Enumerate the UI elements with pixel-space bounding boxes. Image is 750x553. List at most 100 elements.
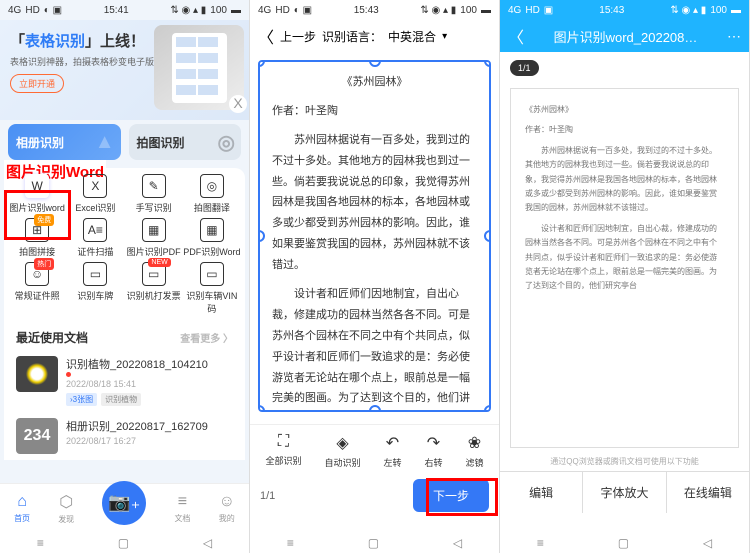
recent-thumbnail xyxy=(16,356,58,392)
next-button[interactable]: 下一步 xyxy=(413,479,489,512)
feature-label: Excel识别 xyxy=(75,201,115,214)
nav-profile[interactable]: ☺我的 xyxy=(219,493,235,524)
online-edit-button[interactable]: 在线编辑 xyxy=(667,472,749,513)
feature-item[interactable]: ◎拍图翻译 xyxy=(183,174,241,214)
signal-hd: HD xyxy=(25,5,39,16)
back-icon[interactable]: 〈 xyxy=(258,24,274,48)
doc-title: 《苏州园林》 xyxy=(272,72,477,93)
android-menu-button[interactable]: ≡ xyxy=(537,536,544,550)
recent-thumbnail: 234 xyxy=(16,418,58,454)
recent-item[interactable]: 234相册识别_20220817_162709 2022/08/17 16:27 xyxy=(4,412,245,460)
discover-icon: ⬡ xyxy=(59,492,73,512)
crop-footer: 1/1 下一步 xyxy=(250,473,499,518)
home-icon: ⌂ xyxy=(17,493,27,511)
view-more-link[interactable]: 查看更多 〉 xyxy=(180,330,233,345)
feature-icon: W xyxy=(25,174,49,198)
result-header: 〈 图片识别word_202208… ⋯ xyxy=(500,20,749,52)
android-home-button[interactable]: ▢ xyxy=(368,536,379,550)
feature-item[interactable]: ▭识别机打发票NEW xyxy=(125,262,183,315)
tab-album-scan[interactable]: 相册识别 ▲ xyxy=(8,124,121,160)
enlarge-font-button[interactable]: 字体放大 xyxy=(583,472,666,513)
feature-item[interactable]: ✎手写识别 xyxy=(125,174,183,214)
tool-icon: ⛶ xyxy=(278,433,289,451)
signal-hd: HD xyxy=(275,5,289,16)
resize-handle-tr[interactable] xyxy=(484,60,491,67)
banner-close-icon[interactable]: X xyxy=(229,95,247,113)
back-label[interactable]: 上一步 xyxy=(280,28,316,45)
page-indicator: 1/1 xyxy=(260,490,275,502)
more-icon[interactable]: ⋯ xyxy=(727,28,741,45)
resize-handle-tl[interactable] xyxy=(258,60,265,67)
feature-item[interactable]: A≡证件扫描 xyxy=(66,218,124,258)
feature-label: PDF识别Word xyxy=(183,245,240,258)
crop-tool[interactable]: ❀滤镜 xyxy=(465,433,483,469)
camera-icon: ◎ xyxy=(218,130,235,155)
signal-4g: 4G xyxy=(258,5,271,16)
feature-item[interactable]: XExcel识别 xyxy=(66,174,124,214)
nav-home[interactable]: ⌂首页 xyxy=(14,493,30,524)
feature-item[interactable]: W图片识别word xyxy=(8,174,66,214)
android-home-button[interactable]: ▢ xyxy=(118,536,129,550)
battery-icon: ▬ xyxy=(481,5,491,16)
chevron-down-icon[interactable]: ▾ xyxy=(442,31,447,42)
resize-handle-br[interactable] xyxy=(484,405,491,412)
android-back-button[interactable]: ◁ xyxy=(453,536,462,550)
promo-banner[interactable]: 「表格识别」上线！ 表格识别神器，拍摄表格秒变电子版 立即开通 X xyxy=(0,20,249,120)
android-nav-bar: ≡ ▢ ◁ xyxy=(500,533,749,553)
resize-handle-bm[interactable] xyxy=(369,405,381,412)
crop-tool[interactable]: ↷右转 xyxy=(424,433,442,469)
recent-title: 识别植物_20220818_104210 xyxy=(66,356,233,377)
battery-percent: 100 xyxy=(710,5,727,16)
android-back-button[interactable]: ◁ xyxy=(703,536,712,550)
doc-paragraph: 苏州园林据说有一百多处，我到过的不过十多处。其他地方的园林我也到过一些。倘若要我… xyxy=(272,130,477,276)
header-title: 图片识别word_202208… xyxy=(532,27,719,46)
resize-handle-ml[interactable] xyxy=(258,230,265,242)
feature-item[interactable]: ▭识别车牌 xyxy=(66,262,124,315)
page-badge: 1/1 xyxy=(510,60,539,76)
result-document[interactable]: 《苏州园林》 作者：叶圣陶 苏州园林据说有一百多处，我到过的不过十多处。其他地方… xyxy=(510,88,739,448)
feature-item[interactable]: ⊞拍图拼接免费 xyxy=(8,218,66,258)
crop-tool[interactable]: ◈自动识别 xyxy=(324,433,360,469)
feature-icon: ✎ xyxy=(142,174,166,198)
status-bar: 4G HD ▣ 15:43 ⇅ ◉ ▴ ▮ 100 ▬ xyxy=(500,0,749,20)
language-value[interactable]: 中英混合 xyxy=(388,28,436,45)
android-menu-button[interactable]: ≡ xyxy=(287,536,294,550)
feature-label: 图片识别PDF xyxy=(127,245,181,258)
tool-icon: ↷ xyxy=(427,433,440,453)
feature-item[interactable]: ▦图片识别PDF xyxy=(125,218,183,258)
nav-docs[interactable]: ≡文档 xyxy=(174,493,190,524)
status-bar: 4G HD ◐ ▣ 15:43 ⇅ ◉ ▴ ▮ 100 ▬ xyxy=(250,0,499,20)
edit-button[interactable]: 编辑 xyxy=(500,472,583,513)
nav-camera-button[interactable]: 📷₊ xyxy=(102,481,146,525)
feature-grid: W图片识别wordXExcel识别✎手写识别◎拍图翻译 ⊞拍图拼接免费A≡证件扫描… xyxy=(4,168,245,321)
doc-paragraph: 设计者和匠师们因地制宜，自出心裁，修建成功的园林当然各各不同。可是苏州各个园林在… xyxy=(525,222,724,294)
resize-handle-tm[interactable] xyxy=(369,60,381,67)
nav-discover[interactable]: ⬡发现 xyxy=(58,492,74,525)
notification-icons: ◐ ▣ xyxy=(44,5,62,16)
resize-handle-bl[interactable] xyxy=(258,405,265,412)
crop-tool[interactable]: ⛶全部识别 xyxy=(265,433,301,469)
phone-result-screen: 4G HD ▣ 15:43 ⇅ ◉ ▴ ▮ 100 ▬ 〈 图片识别word_2… xyxy=(500,0,750,553)
unread-dot xyxy=(66,372,71,377)
android-menu-button[interactable]: ≡ xyxy=(37,536,44,550)
feature-item[interactable]: ☺常规证件照热门 xyxy=(8,262,66,315)
back-icon[interactable]: 〈 xyxy=(508,24,524,48)
feature-label: 拍图翻译 xyxy=(194,201,230,214)
feature-item[interactable]: ▭识别车辆VIN码 xyxy=(183,262,241,315)
recent-item[interactable]: 识别植物_20220818_104210 2022/08/18 15:41›3张… xyxy=(4,350,245,412)
result-toolbar: 编辑 字体放大 在线编辑 xyxy=(500,471,749,513)
selection-box[interactable]: 《苏州园林》 作者：叶圣陶 苏州园林据说有一百多处，我到过的不过十多处。其他地方… xyxy=(258,60,491,412)
crop-tool[interactable]: ↶左转 xyxy=(383,433,401,469)
docs-icon: ≡ xyxy=(178,493,187,511)
battery-percent: 100 xyxy=(210,5,227,16)
recent-section-header: 最近使用文档 查看更多 〉 xyxy=(4,321,245,350)
android-back-button[interactable]: ◁ xyxy=(203,536,212,550)
recent-date: 2022/08/18 15:41 xyxy=(66,379,233,389)
android-home-button[interactable]: ▢ xyxy=(618,536,629,550)
tab-photo-scan[interactable]: 拍图识别 ◎ xyxy=(129,124,242,160)
bottom-navigation: ⌂首页 ⬡发现 📷₊ ≡文档 ☺我的 xyxy=(0,483,249,533)
resize-handle-mr[interactable] xyxy=(484,230,491,242)
banner-cta-button[interactable]: 立即开通 xyxy=(10,74,64,93)
feature-item[interactable]: ▦PDF识别Word xyxy=(183,218,241,258)
status-bar: 4G HD ◐ ▣ 15:41 ⇅ ◉ ▴ ▮ 100 ▬ xyxy=(0,0,249,20)
